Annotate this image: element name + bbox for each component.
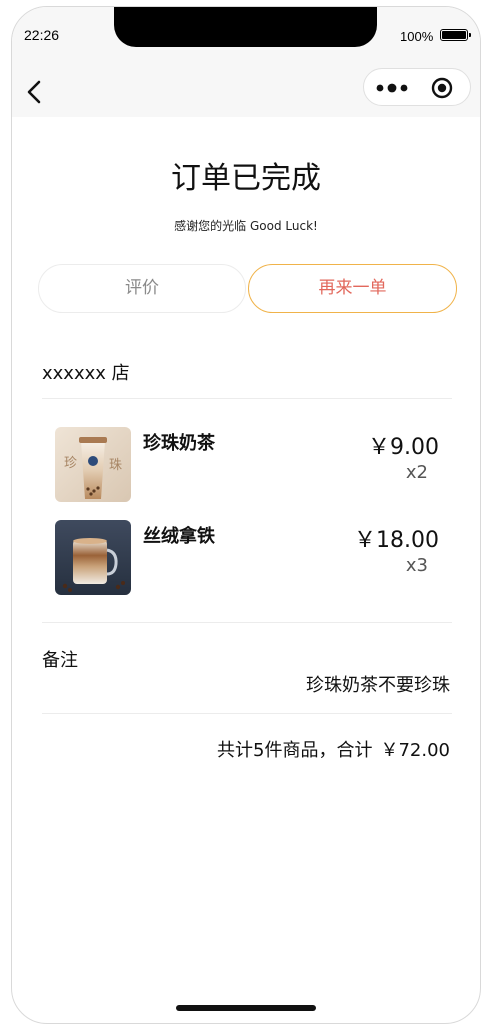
battery-percent: 100% <box>400 29 434 44</box>
divider <box>42 622 452 623</box>
battery-fill <box>442 31 466 39</box>
order-item: 珍 珠 珍珠奶茶 ￥9.00 x2 <box>55 427 455 503</box>
image-label-right: 珠 <box>109 458 122 473</box>
item-name: 珍珠奶茶 <box>143 433 215 454</box>
chevron-left-icon <box>27 80 41 104</box>
device-notch <box>114 7 377 47</box>
remark-label: 备注 <box>42 650 78 671</box>
pearl-milk-tea-image: 珍 珠 <box>55 427 131 502</box>
order-summary: 共计5件商品，合计 ￥72.00 <box>217 736 450 762</box>
review-button[interactable]: 评价 <box>38 264 246 313</box>
image-label-left: 珍 <box>64 456 77 471</box>
phone-frame: 22:26 100% 订单已完成 感谢您的光临 Good Luck! 评价 再来… <box>11 6 481 1024</box>
item-price: ￥18.00 <box>354 528 439 553</box>
item-name: 丝绒拿铁 <box>143 526 215 547</box>
summary-count: 共计5件商品，合计 <box>217 740 373 761</box>
summary-total: ￥72.00 <box>380 740 450 761</box>
back-button[interactable] <box>20 77 50 107</box>
home-indicator <box>176 1005 316 1011</box>
store-name: xxxxxx 店 <box>42 363 130 384</box>
item-quantity: x3 <box>405 555 428 576</box>
battery-icon <box>440 29 471 41</box>
page-title: 订单已完成 <box>171 161 321 196</box>
remark-text: 珍珠奶茶不要珍珠 <box>306 675 450 696</box>
more-button[interactable] <box>374 78 412 98</box>
status-time: 22:26 <box>24 27 60 43</box>
item-quantity: x2 <box>405 462 428 483</box>
divider <box>42 398 452 399</box>
status-bar: 22:26 100% <box>12 7 480 67</box>
item-price: ￥9.00 <box>368 435 439 460</box>
thank-you-message: 感谢您的光临 Good Luck! <box>174 219 318 233</box>
divider <box>42 713 452 714</box>
velvet-latte-image <box>55 520 131 595</box>
order-item: 丝绒拿铁 ￥18.00 x3 <box>55 520 455 596</box>
more-dots-icon <box>376 83 408 93</box>
close-mini-program-button[interactable] <box>430 76 454 100</box>
reorder-button[interactable]: 再来一单 <box>248 264 457 313</box>
nav-bar <box>12 67 480 117</box>
mini-program-capsule <box>363 68 471 106</box>
target-circle-icon <box>431 77 453 99</box>
